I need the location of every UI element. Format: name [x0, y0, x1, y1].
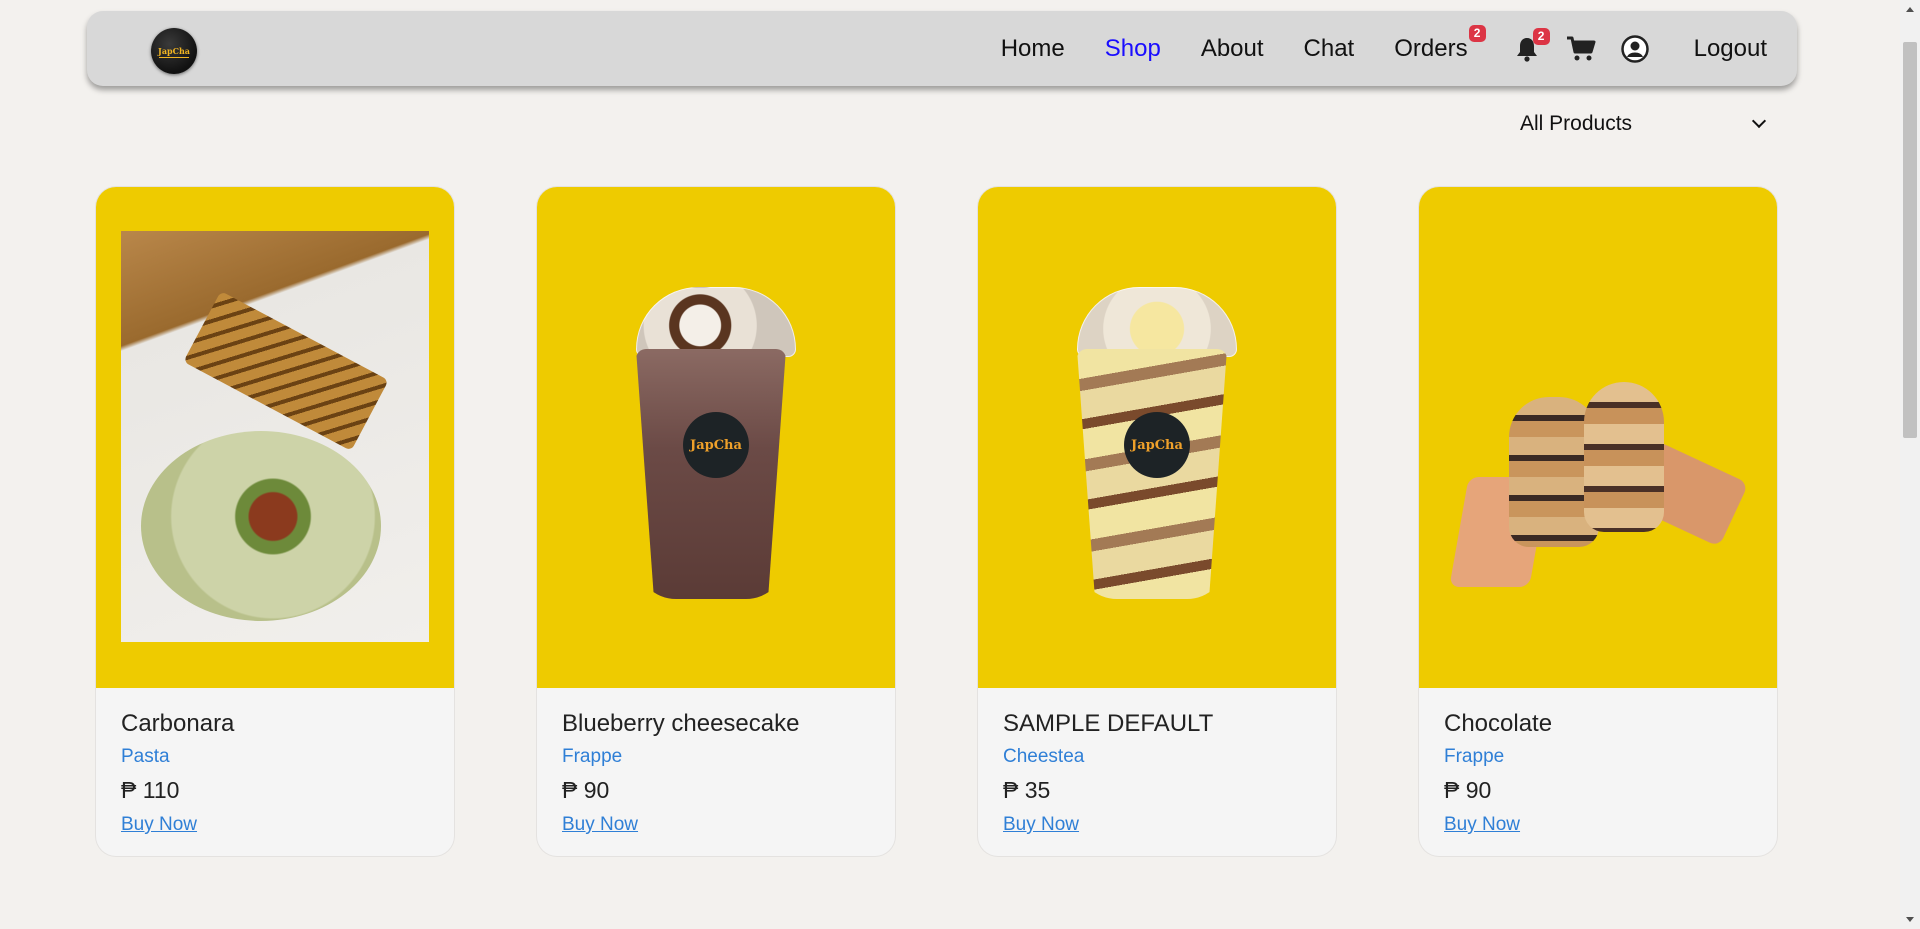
cart-icon: [1566, 36, 1596, 60]
buy-now-link[interactable]: Buy Now: [562, 814, 638, 835]
product-name: Blueberry cheesecake: [562, 710, 800, 737]
buy-now-link[interactable]: Buy Now: [121, 814, 197, 835]
nav-home-link[interactable]: Home: [1001, 35, 1065, 63]
notifications-badge: 2: [1532, 27, 1550, 45]
product-card: Chocolate Frappe ₱ 90 Buy Now: [1419, 187, 1777, 856]
product-image: [96, 187, 454, 688]
cup-lid: [636, 287, 796, 357]
right-cup: [1584, 382, 1664, 532]
logo-underline: [159, 57, 189, 58]
scroll-thumb[interactable]: [1903, 42, 1917, 438]
product-category: Frappe: [1444, 746, 1505, 767]
nav-about-link[interactable]: About: [1201, 35, 1264, 63]
cart-button[interactable]: [1566, 34, 1596, 64]
nav-shop-link[interactable]: Shop: [1105, 35, 1161, 63]
product-card: JapCha Blueberry cheesecake Frappe ₱ 90 …: [537, 187, 895, 856]
product-card: JapCha SAMPLE DEFAULT Cheestea ₱ 35 Buy …: [978, 187, 1336, 856]
scroll-down-arrow[interactable]: [1906, 917, 1914, 922]
logout-link[interactable]: Logout: [1694, 35, 1767, 63]
product-image: JapCha: [537, 187, 895, 688]
product-image: [1419, 187, 1777, 688]
profile-button[interactable]: [1620, 34, 1650, 64]
chevron-down-icon: [1751, 113, 1767, 129]
product-price: ₱ 35: [1003, 777, 1051, 803]
scroll-up-arrow[interactable]: [1906, 7, 1914, 12]
cup-logo-label: JapCha: [1124, 412, 1190, 478]
cup-logo-label: JapCha: [683, 412, 749, 478]
product-category: Cheestea: [1003, 746, 1085, 767]
orders-badge: 2: [1468, 24, 1486, 42]
product-price: ₱ 110: [121, 777, 180, 803]
cheesetea-cup: JapCha: [1077, 287, 1237, 599]
buy-now-link[interactable]: Buy Now: [1003, 814, 1079, 835]
brand-logo[interactable]: JapCha: [151, 28, 197, 74]
nav-orders-link[interactable]: Orders 2: [1394, 24, 1486, 63]
navbar: JapCha Home Shop About Chat Orders 2 2 L…: [87, 11, 1797, 86]
notifications-button[interactable]: 2: [1512, 27, 1550, 64]
user-icon: [1620, 34, 1649, 63]
filter-selected-value: All Products: [1520, 112, 1633, 135]
product-filter-select[interactable]: All Products: [1514, 108, 1774, 140]
product-category: Pasta: [121, 746, 170, 767]
product-name: Chocolate: [1444, 710, 1553, 737]
toast-bread: [183, 291, 389, 451]
buy-now-link[interactable]: Buy Now: [1444, 814, 1520, 835]
logo-text: JapCha: [158, 46, 190, 56]
nav-chat-link[interactable]: Chat: [1304, 35, 1355, 63]
two-cups-photo: [1449, 367, 1749, 597]
product-card: Carbonara Pasta ₱ 110 Buy Now: [96, 187, 454, 856]
pasta-photo: [121, 231, 429, 642]
cup-lid: [1077, 287, 1237, 357]
product-price: ₱ 90: [1444, 777, 1492, 803]
product-image: JapCha: [978, 187, 1336, 688]
product-name: Carbonara: [121, 710, 235, 737]
product-name: SAMPLE DEFAULT: [1003, 710, 1214, 737]
page-scrollbar[interactable]: [1900, 0, 1920, 929]
nav-orders-label: Orders: [1394, 34, 1468, 62]
product-category: Frappe: [562, 746, 623, 767]
chocolate-frappe-cup: JapCha: [636, 287, 796, 599]
nav-links: Home Shop About Chat Orders 2 2 Logout: [961, 11, 1767, 86]
product-price: ₱ 90: [562, 777, 610, 803]
pasta-plate: [141, 431, 381, 621]
